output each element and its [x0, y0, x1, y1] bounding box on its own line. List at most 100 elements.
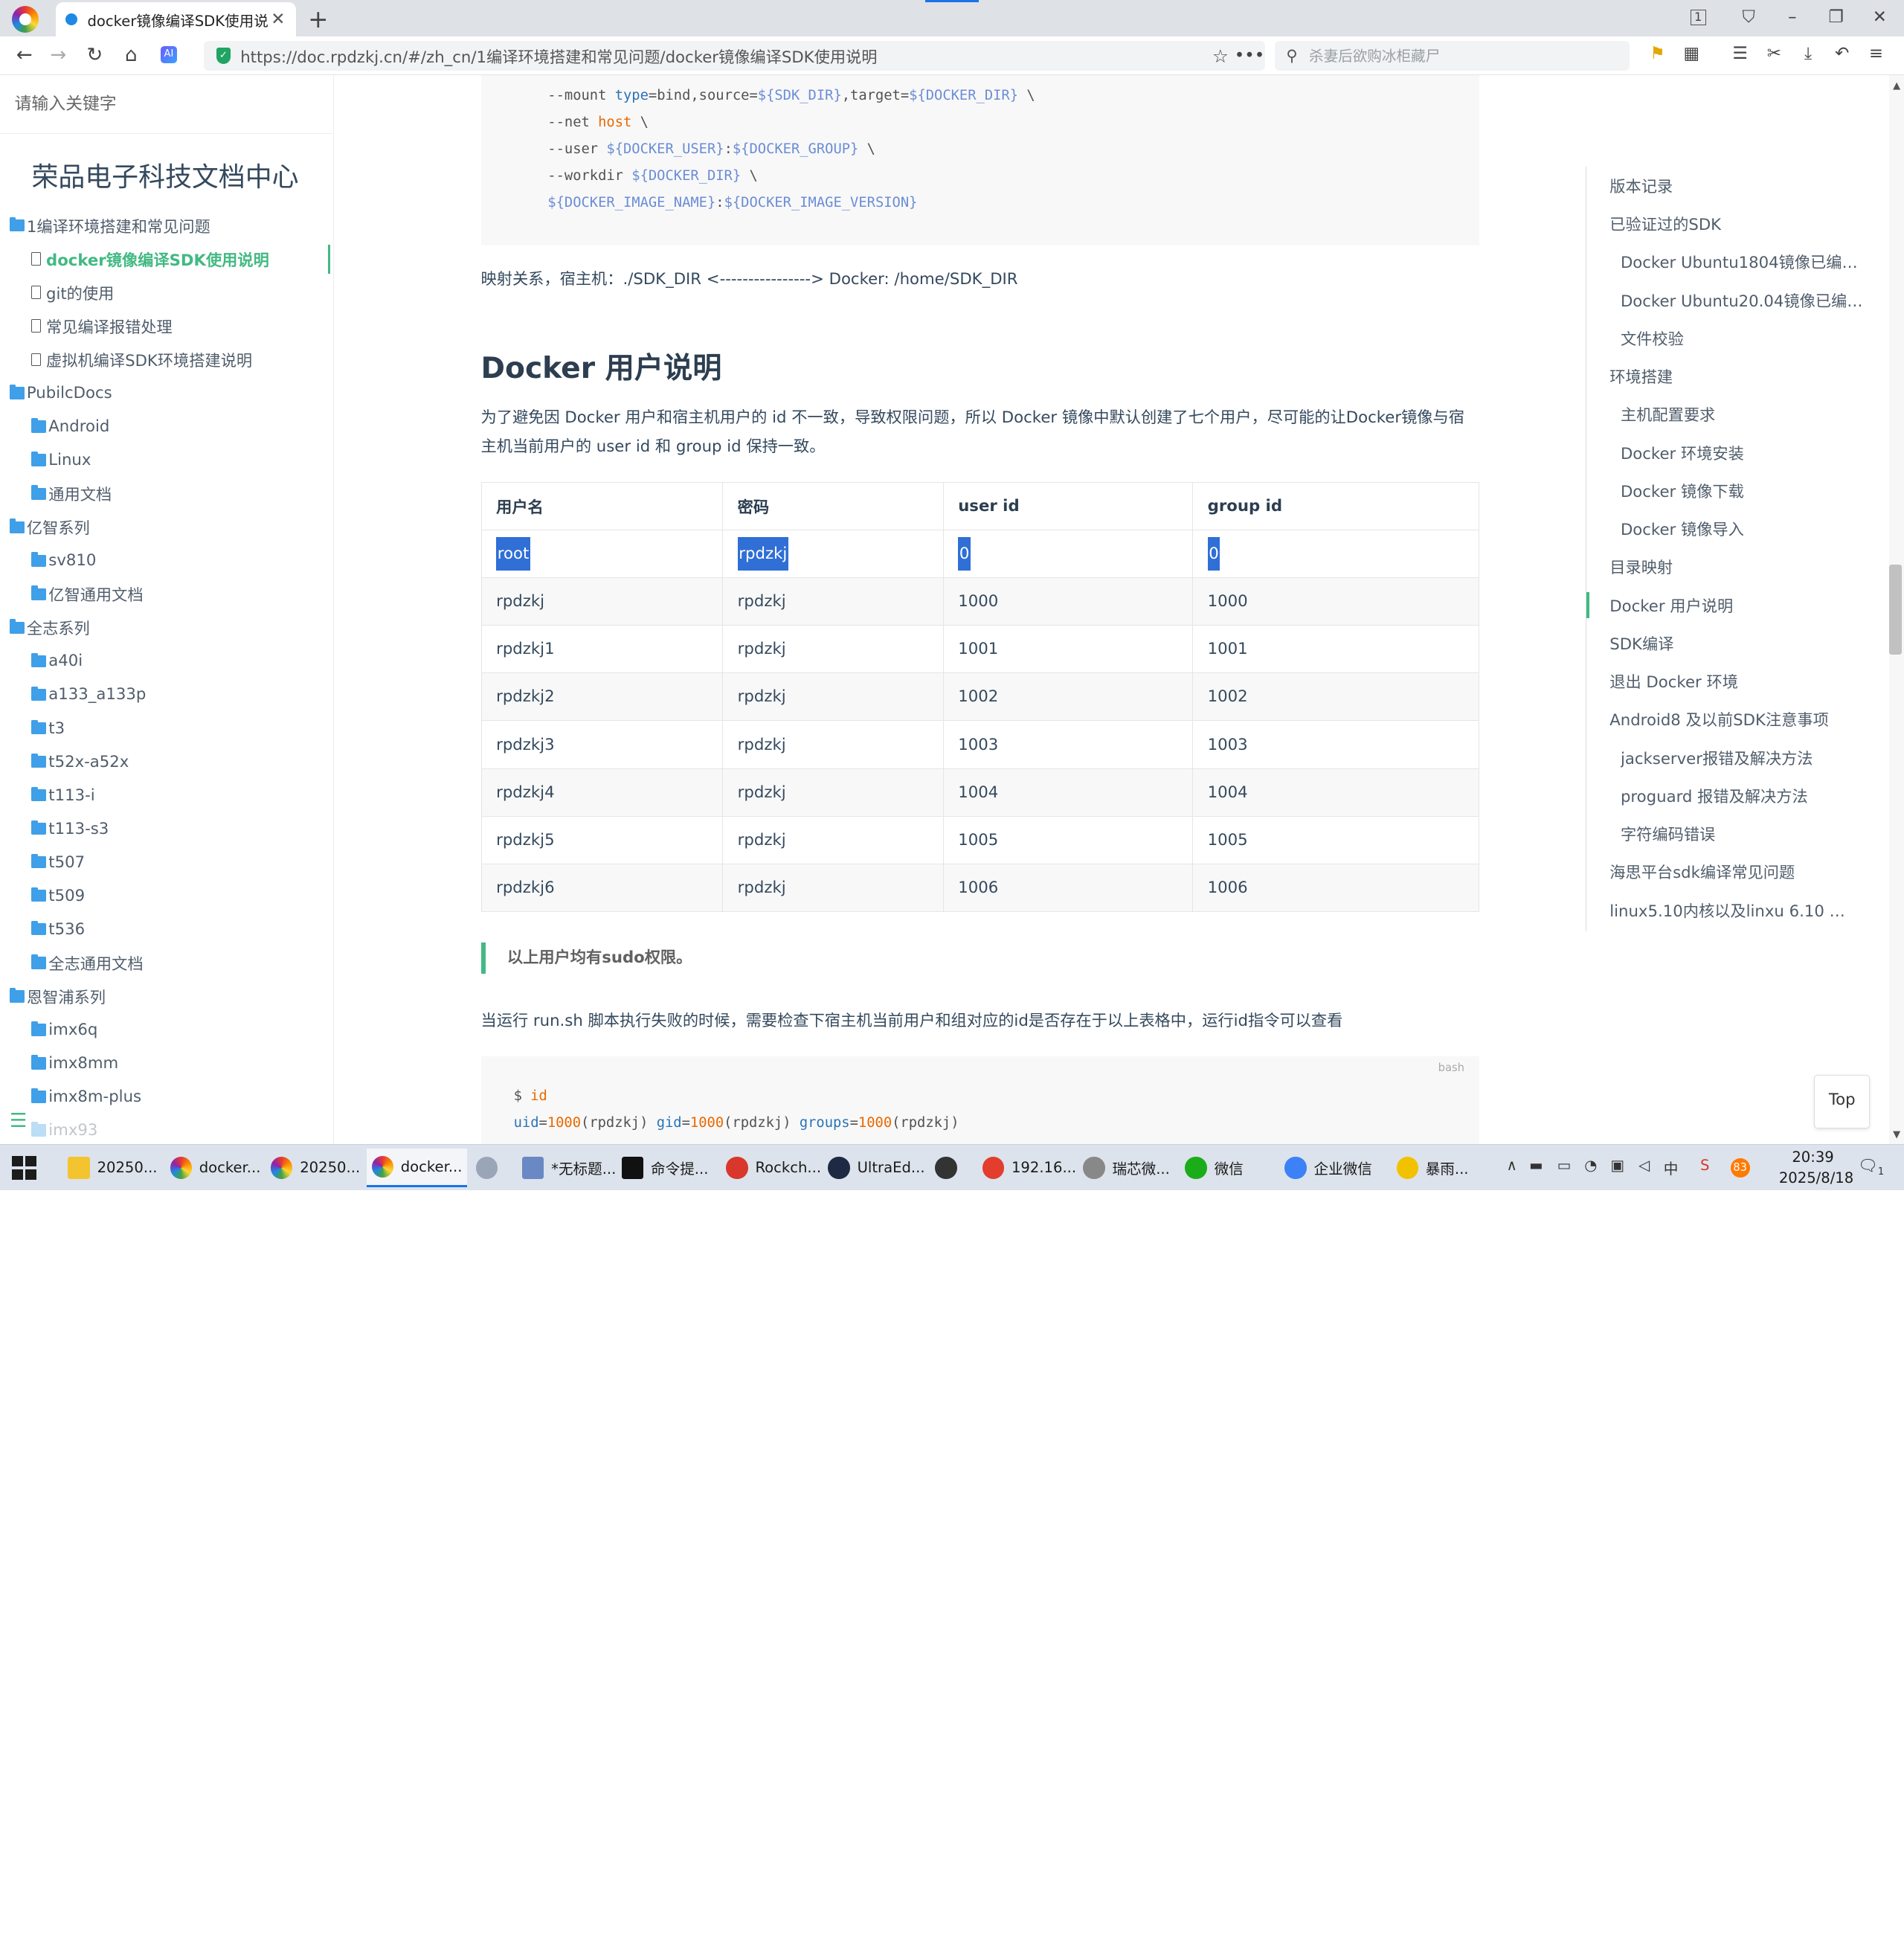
network-icon[interactable]: ▣: [1606, 1157, 1628, 1174]
taskbar-item[interactable]: 微信: [1180, 1149, 1248, 1187]
apps-grid-icon[interactable]: ▦: [1679, 44, 1704, 63]
nav-folder[interactable]: sv810: [0, 544, 333, 577]
undo-icon[interactable]: ↶: [1830, 44, 1854, 63]
taskbar-item[interactable]: 192.16...: [977, 1149, 1081, 1187]
taskbar-item[interactable]: Rockch...: [721, 1149, 826, 1187]
nav-folder[interactable]: 全志通用文档: [0, 946, 333, 980]
toc-item[interactable]: proguard 报错及解决方法: [1586, 777, 1889, 815]
toc-item[interactable]: Docker Ubuntu1804镜像已编译...: [1586, 243, 1889, 280]
shirt-icon[interactable]: ⛉: [1737, 7, 1761, 27]
sidebar-toggle-icon[interactable]: ☰: [10, 1110, 27, 1132]
toc-item[interactable]: 海思平台sdk编译常见问题: [1586, 852, 1889, 890]
taskbar-item[interactable]: 企业微信: [1280, 1149, 1377, 1187]
reload-icon[interactable]: ↻: [83, 41, 107, 70]
volume-icon[interactable]: ◁: [1633, 1157, 1655, 1174]
close-tab-icon[interactable]: ✕: [269, 10, 286, 29]
download-icon[interactable]: ⤓: [1796, 44, 1821, 63]
table-cell[interactable]: rpdzkj4: [480, 768, 724, 817]
taskbar-item[interactable]: *无标题...: [518, 1149, 621, 1187]
table-cell[interactable]: 1001: [1192, 625, 1479, 674]
table-cell[interactable]: 1002: [942, 672, 1194, 722]
battery-icon[interactable]: ▭: [1553, 1157, 1575, 1174]
taskbar-item[interactable]: docker...: [367, 1148, 468, 1188]
toc-item[interactable]: 环境搭建: [1586, 357, 1889, 395]
toc-item[interactable]: 目录映射: [1586, 547, 1889, 585]
notification-icon[interactable]: 🗨1: [1858, 1157, 1884, 1178]
table-cell[interactable]: 1000: [942, 577, 1194, 626]
nav-folder[interactable]: imx8m-plus: [0, 1080, 333, 1114]
nav-folder[interactable]: imx6q: [0, 1013, 333, 1047]
nav-file[interactable]: git的使用: [0, 276, 333, 309]
ai-icon[interactable]: AI: [160, 46, 178, 63]
nav-folder[interactable]: Linux: [0, 443, 333, 477]
table-cell[interactable]: 1003: [1192, 720, 1479, 769]
table-cell[interactable]: rpdzkj: [722, 529, 944, 578]
table-cell[interactable]: rpdzkj: [722, 577, 944, 626]
table-cell[interactable]: 1003: [942, 720, 1194, 769]
table-cell[interactable]: 1006: [942, 863, 1194, 913]
nav-folder[interactable]: t113-i: [0, 779, 333, 812]
scroll-down-icon[interactable]: ▼: [1889, 1129, 1904, 1140]
nav-folder[interactable]: t509: [0, 879, 333, 913]
table-cell[interactable]: 0: [1192, 529, 1479, 578]
taskbar-item[interactable]: 命令提...: [617, 1149, 713, 1187]
tray-app-icon[interactable]: ▬: [1525, 1157, 1547, 1174]
table-cell[interactable]: root: [480, 529, 724, 578]
table-cell[interactable]: 0: [942, 529, 1194, 578]
new-tab-button[interactable]: +: [306, 5, 330, 33]
favorites-list-icon[interactable]: ☰: [1728, 44, 1752, 63]
nav-folder[interactable]: t3: [0, 712, 333, 745]
table-cell[interactable]: rpdzkj1: [480, 625, 724, 674]
toc-item[interactable]: jackserver报错及解决方法: [1586, 738, 1889, 776]
nav-folder[interactable]: PubilcDocs: [0, 376, 333, 410]
tray-sync-icon[interactable]: ◔: [1580, 1157, 1601, 1174]
menu-icon[interactable]: ≡: [1864, 44, 1888, 63]
table-cell[interactable]: rpdzkj: [722, 863, 944, 913]
toc-item[interactable]: 已验证过的SDK: [1586, 205, 1889, 243]
taskbar-item[interactable]: docker...: [165, 1149, 266, 1187]
table-cell[interactable]: 1004: [1192, 768, 1479, 817]
nav-file[interactable]: 常见编译报错处理: [0, 309, 333, 343]
toc-item[interactable]: linux5.10内核以及linxu 6.10 内核s...: [1586, 890, 1889, 928]
table-cell[interactable]: 1004: [942, 768, 1194, 817]
nav-folder[interactable]: Android: [0, 410, 333, 443]
table-cell[interactable]: rpdzkj: [722, 625, 944, 674]
search-box[interactable]: ⚲: [1275, 41, 1630, 71]
taskbar-item[interactable]: 暴雨...: [1392, 1149, 1473, 1187]
nav-folder[interactable]: imx93: [0, 1114, 333, 1144]
table-cell[interactable]: rpdzkj: [722, 720, 944, 769]
restore-icon[interactable]: ❐: [1824, 7, 1848, 27]
toc-item[interactable]: 退出 Docker 环境: [1586, 662, 1889, 700]
nav-file[interactable]: docker镜像编译SDK使用说明: [0, 243, 333, 276]
tray-chevron-icon[interactable]: ∧: [1501, 1157, 1522, 1174]
table-cell[interactable]: rpdzkj5: [480, 815, 724, 864]
table-cell[interactable]: 1001: [942, 625, 1194, 674]
table-cell[interactable]: 1000: [1192, 577, 1479, 626]
back-icon[interactable]: ←: [12, 41, 36, 70]
table-cell[interactable]: rpdzkj: [722, 672, 944, 722]
nav-folder[interactable]: 亿智通用文档: [0, 577, 333, 611]
close-window-icon[interactable]: ✕: [1868, 7, 1892, 27]
table-cell[interactable]: 1005: [1192, 815, 1479, 864]
url-input[interactable]: https://doc.rpdzkj.cn/#/zh_cn/1编译环境搭建和常见…: [240, 45, 1207, 68]
scroll-up-icon[interactable]: ▲: [1889, 80, 1904, 91]
nav-file[interactable]: 虚拟机编译SDK环境搭建说明: [0, 343, 333, 376]
table-cell[interactable]: rpdzkj2: [480, 672, 724, 722]
taskbar-item[interactable]: UltraEd...: [823, 1149, 930, 1187]
forward-icon[interactable]: →: [46, 41, 71, 70]
nav-folder[interactable]: t536: [0, 913, 333, 946]
scissors-icon[interactable]: ✂: [1762, 44, 1786, 63]
input-method-icon[interactable]: 中: [1660, 1157, 1682, 1178]
nav-folder[interactable]: t507: [0, 846, 333, 879]
toc-item[interactable]: SDK编译: [1586, 624, 1889, 662]
nav-folder[interactable]: imx8mm: [0, 1047, 333, 1080]
taskbar-item[interactable]: 20250...: [63, 1149, 162, 1187]
toc-item[interactable]: Docker 镜像导入: [1586, 510, 1889, 547]
table-cell[interactable]: rpdzkj6: [480, 863, 724, 913]
extension-icon[interactable]: ⚑: [1645, 44, 1670, 63]
address-bar[interactable]: ✓ https://doc.rpdzkj.cn/#/zh_cn/1编译环境搭建和…: [204, 41, 1266, 71]
toc-item[interactable]: Android8 及以前SDK注意事项: [1586, 700, 1889, 738]
nav-folder[interactable]: 1编译环境搭建和常见问题: [0, 209, 333, 243]
nav-folder[interactable]: 通用文档: [0, 477, 333, 510]
table-cell[interactable]: rpdzkj: [722, 768, 944, 817]
